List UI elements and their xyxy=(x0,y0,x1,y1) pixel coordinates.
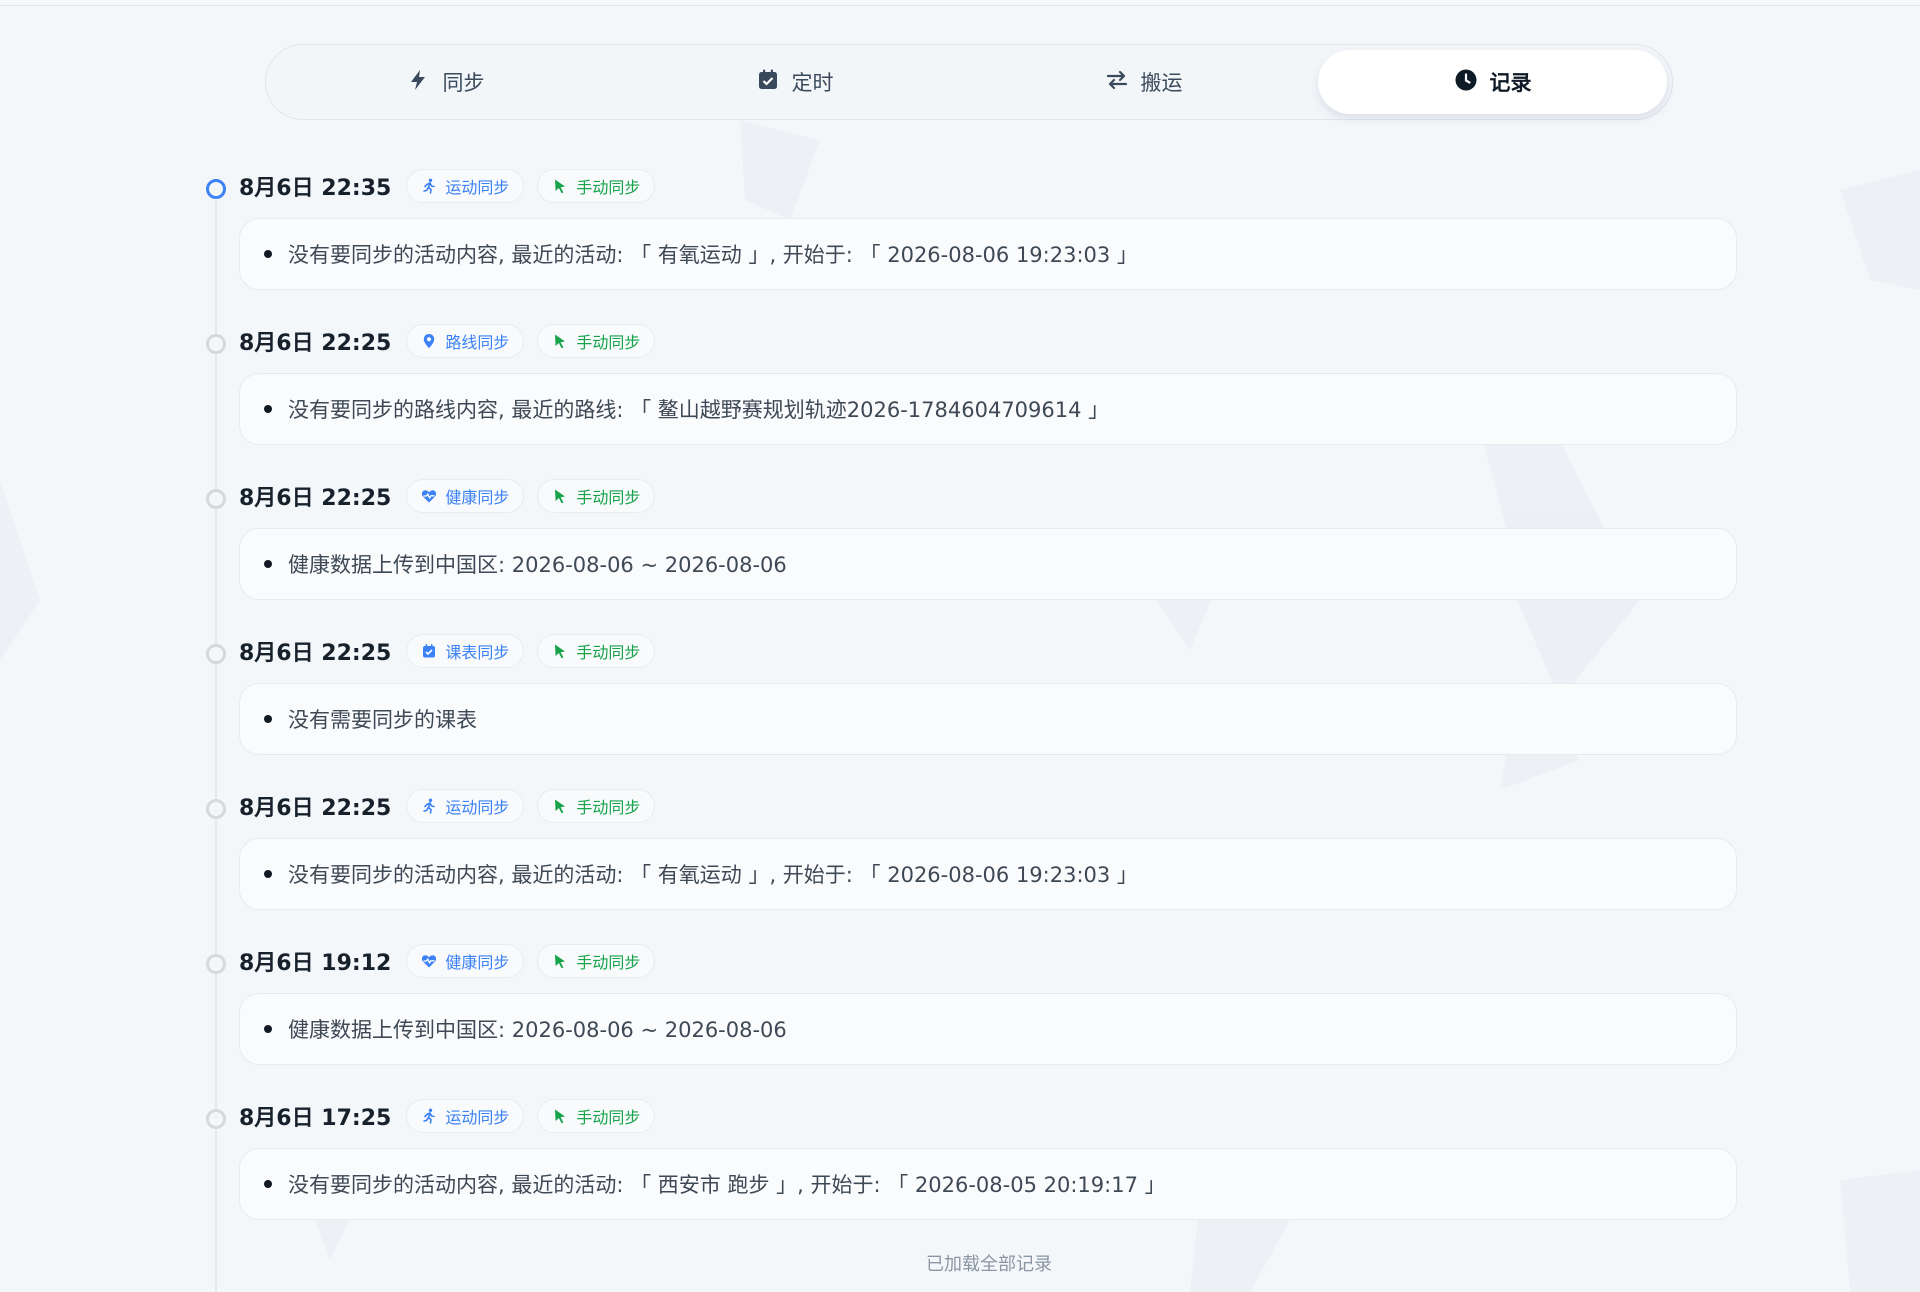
record-message-card: 没有需要同步的课表 xyxy=(239,683,1737,755)
sync-type-label: 健康同步 xyxy=(445,953,510,972)
sync-type-badge: 运动同步 xyxy=(406,1099,525,1133)
tab-transfer[interactable]: 搬运 xyxy=(969,50,1318,114)
location-pin-icon xyxy=(421,333,437,349)
sync-mode-badge: 手动同步 xyxy=(537,169,656,203)
sync-mode-badge: 手动同步 xyxy=(537,789,656,823)
cursor-icon xyxy=(552,178,568,194)
record-header: 8月6日 22:25 路线同步 手动同步 xyxy=(239,323,656,359)
tab-label: 同步 xyxy=(442,71,485,95)
sync-mode-badge: 手动同步 xyxy=(537,634,656,668)
cursor-icon xyxy=(552,798,568,814)
record-message: 健康数据上传到中国区: 2026-08-06 ~ 2026-08-06 xyxy=(288,1018,787,1042)
sync-mode-label: 手动同步 xyxy=(576,953,641,972)
sync-mode-label: 手动同步 xyxy=(576,643,641,662)
running-icon xyxy=(421,178,437,194)
sync-mode-label: 手动同步 xyxy=(576,333,641,352)
record-message-card: 没有要同步的活动内容, 最近的活动: 「 有氧运动 」, 开始于: 「 2026… xyxy=(239,218,1737,290)
cursor-icon xyxy=(552,643,568,659)
tab-schedule[interactable]: 定时 xyxy=(620,50,969,114)
cursor-icon xyxy=(552,488,568,504)
sync-type-badge: 运动同步 xyxy=(406,789,525,823)
top-divider xyxy=(0,0,1920,6)
sync-mode-badge: 手动同步 xyxy=(537,479,656,513)
heartbeat-icon xyxy=(421,953,437,969)
sync-type-badge: 健康同步 xyxy=(406,479,525,513)
record-header: 8月6日 17:25 运动同步 手动同步 xyxy=(239,1098,656,1134)
record-time: 8月6日 19:12 xyxy=(239,951,392,976)
record-message: 没有要同步的活动内容, 最近的活动: 「 有氧运动 」, 开始于: 「 2026… xyxy=(288,863,1138,887)
tab-sync[interactable]: 同步 xyxy=(271,50,620,114)
record-message: 没有需要同步的课表 xyxy=(288,708,477,732)
sync-mode-badge: 手动同步 xyxy=(537,944,656,978)
timeline-dot xyxy=(206,799,226,819)
cursor-icon xyxy=(552,333,568,349)
record-header: 8月6日 22:35 运动同步 手动同步 xyxy=(239,168,656,204)
bullet-icon xyxy=(264,1025,272,1033)
sync-type-label: 路线同步 xyxy=(445,333,510,352)
bullet-icon xyxy=(264,715,272,723)
sync-mode-label: 手动同步 xyxy=(576,488,641,507)
record-message: 没有要同步的活动内容, 最近的活动: 「 有氧运动 」, 开始于: 「 2026… xyxy=(288,243,1138,267)
record-message-card: 没有要同步的活动内容, 最近的活动: 「 有氧运动 」, 开始于: 「 2026… xyxy=(239,838,1737,910)
sync-type-badge: 健康同步 xyxy=(406,944,525,978)
timeline-dot xyxy=(206,334,226,354)
record-header: 8月6日 19:12 健康同步 手动同步 xyxy=(239,943,656,979)
sync-mode-badge: 手动同步 xyxy=(537,324,656,358)
bullet-icon xyxy=(264,250,272,258)
record-time: 8月6日 22:35 xyxy=(239,176,392,201)
main-tabs: 同步 定时 搬运 记录 xyxy=(265,44,1673,120)
record-time: 8月6日 22:25 xyxy=(239,331,392,356)
record-time: 8月6日 22:25 xyxy=(239,641,392,666)
sync-type-badge: 课表同步 xyxy=(406,634,525,668)
sync-type-label: 运动同步 xyxy=(445,178,510,197)
record-time: 8月6日 22:25 xyxy=(239,486,392,511)
record-message-card: 健康数据上传到中国区: 2026-08-06 ~ 2026-08-06 xyxy=(239,993,1737,1065)
bullet-icon xyxy=(264,405,272,413)
sync-type-label: 健康同步 xyxy=(445,488,510,507)
timeline-dot xyxy=(206,489,226,509)
end-of-list-text: 已加载全部记录 xyxy=(926,1254,1052,1275)
calendar-check-icon xyxy=(421,643,437,659)
cursor-icon xyxy=(552,1108,568,1124)
record-header: 8月6日 22:25 课表同步 手动同步 xyxy=(239,633,656,669)
running-icon xyxy=(421,798,437,814)
timeline-dot xyxy=(206,954,226,974)
tab-label: 记录 xyxy=(1489,71,1532,95)
tab-label: 定时 xyxy=(791,71,834,95)
timeline-dot xyxy=(206,644,226,664)
record-header: 8月6日 22:25 运动同步 手动同步 xyxy=(239,788,656,824)
sync-type-label: 课表同步 xyxy=(445,643,510,662)
timeline-dot xyxy=(206,179,226,199)
bolt-icon xyxy=(407,68,431,97)
sync-type-badge: 运动同步 xyxy=(406,169,525,203)
sync-mode-label: 手动同步 xyxy=(576,178,641,197)
record-message-card: 健康数据上传到中国区: 2026-08-06 ~ 2026-08-06 xyxy=(239,528,1737,600)
record-message-card: 没有要同步的路线内容, 最近的路线: 「 鳌山越野赛规划轨迹2026-17846… xyxy=(239,373,1737,445)
sync-type-badge: 路线同步 xyxy=(406,324,525,358)
record-message: 健康数据上传到中国区: 2026-08-06 ~ 2026-08-06 xyxy=(288,553,787,577)
sync-type-label: 运动同步 xyxy=(445,798,510,817)
record-time: 8月6日 22:25 xyxy=(239,796,392,821)
arrows-exchange-icon xyxy=(1105,68,1129,97)
clock-icon xyxy=(1454,68,1478,97)
tab-label: 搬运 xyxy=(1140,71,1183,95)
running-icon xyxy=(421,1108,437,1124)
heartbeat-icon xyxy=(421,488,437,504)
record-message: 没有要同步的路线内容, 最近的路线: 「 鳌山越野赛规划轨迹2026-17846… xyxy=(288,398,1110,422)
sync-mode-label: 手动同步 xyxy=(576,1108,641,1127)
tab-records[interactable]: 记录 xyxy=(1318,50,1667,114)
record-header: 8月6日 22:25 健康同步 手动同步 xyxy=(239,478,656,514)
sync-type-label: 运动同步 xyxy=(445,1108,510,1127)
sync-mode-badge: 手动同步 xyxy=(537,1099,656,1133)
cursor-icon xyxy=(552,953,568,969)
bullet-icon xyxy=(264,1180,272,1188)
timeline-dot xyxy=(206,1109,226,1129)
record-message: 没有要同步的活动内容, 最近的活动: 「 西安市 跑步 」, 开始于: 「 20… xyxy=(288,1173,1166,1197)
record-message-card: 没有要同步的活动内容, 最近的活动: 「 西安市 跑步 」, 开始于: 「 20… xyxy=(239,1148,1737,1220)
sync-mode-label: 手动同步 xyxy=(576,798,641,817)
bullet-icon xyxy=(264,560,272,568)
bullet-icon xyxy=(264,870,272,878)
record-time: 8月6日 17:25 xyxy=(239,1106,392,1131)
calendar-check-icon xyxy=(756,68,780,97)
